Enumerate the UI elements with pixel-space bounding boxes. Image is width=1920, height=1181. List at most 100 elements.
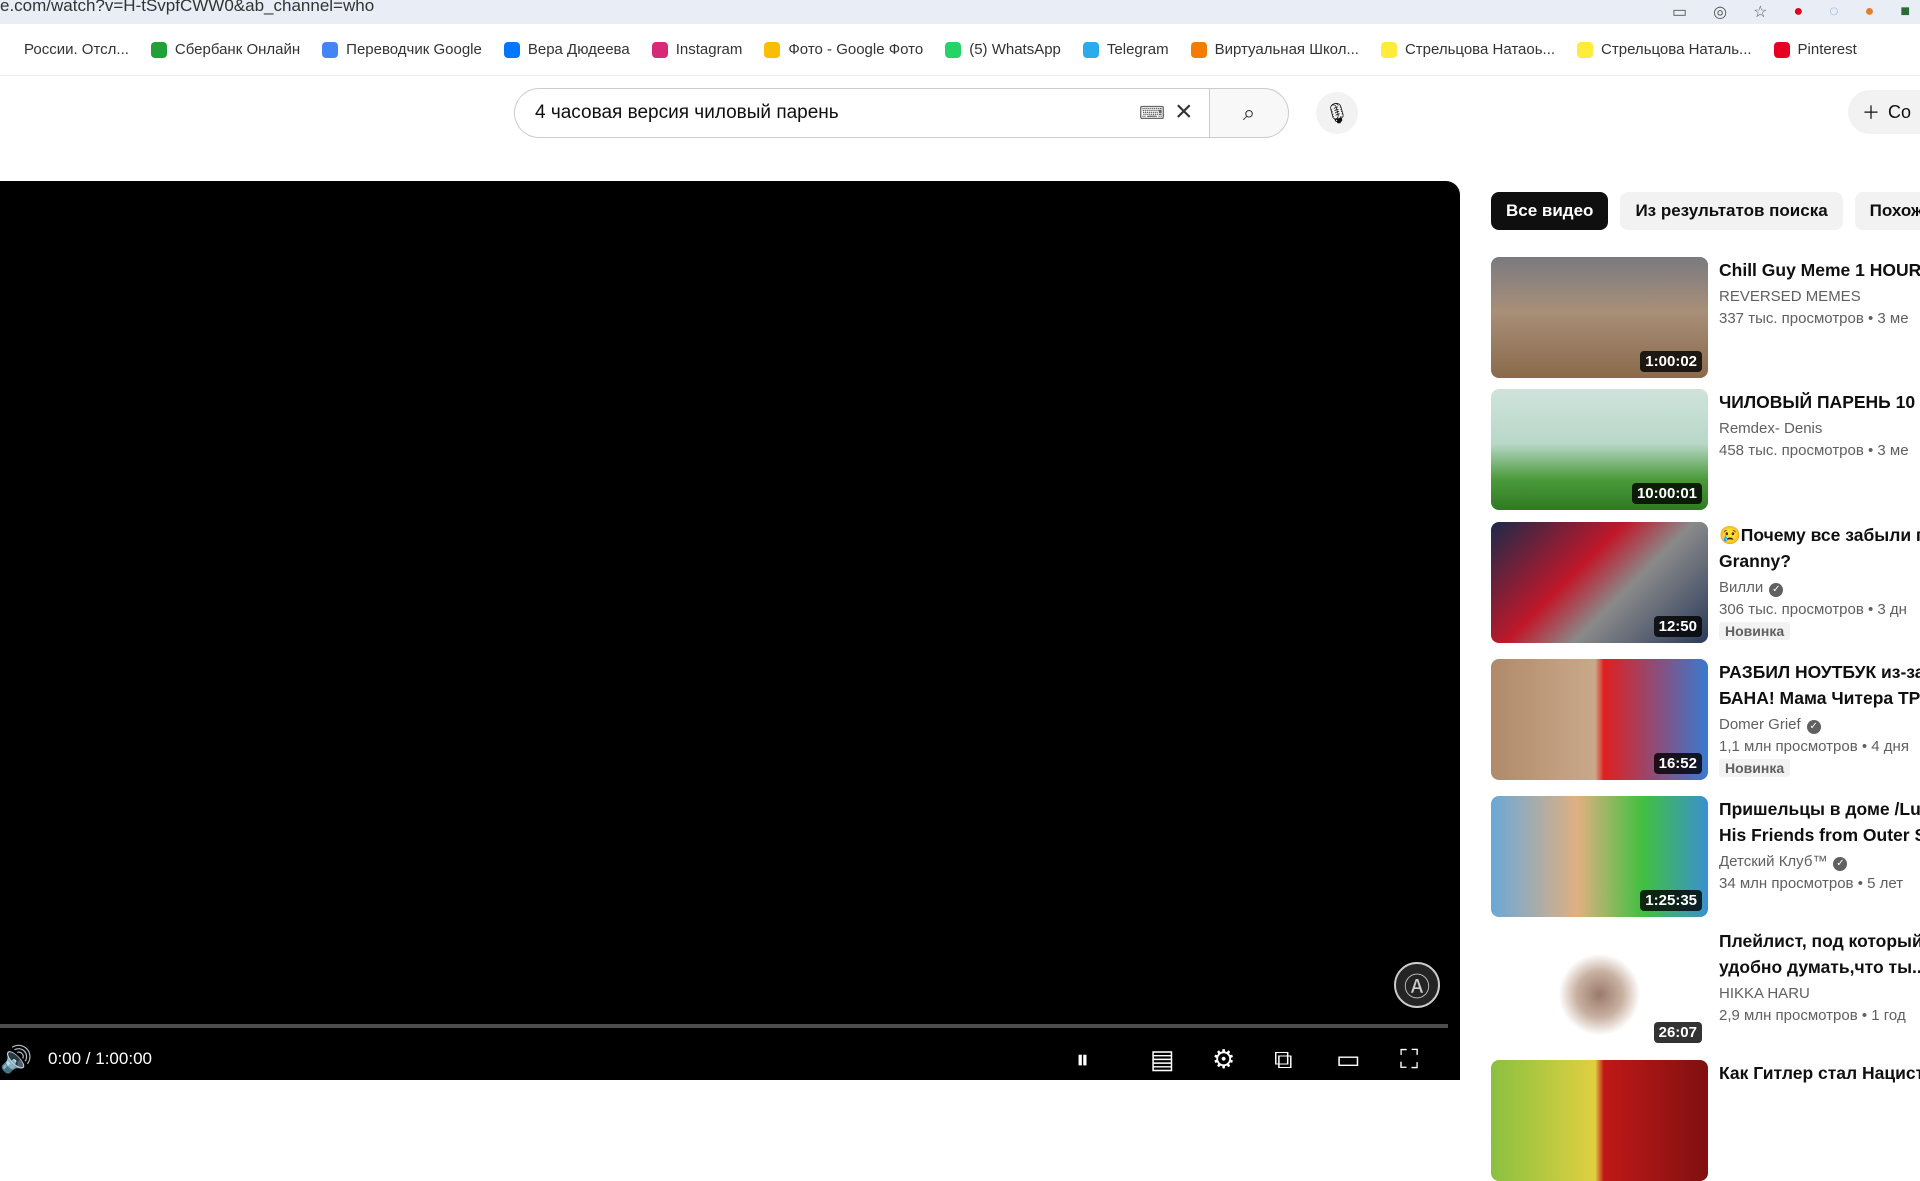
bookmark-favicon-icon xyxy=(0,41,16,58)
miniplayer-icon[interactable]: ⧉ xyxy=(1274,1044,1293,1076)
video-thumbnail[interactable]: 1:25:35 xyxy=(1491,796,1708,917)
bookmark-favicon-icon xyxy=(1773,41,1790,58)
url-text[interactable]: e.com/watch?v=H-tSvpfCWW0&ab_channel=who xyxy=(0,0,374,16)
bookmarks-bar: России. Отсл... Сбербанк Онлайн Переводчик… xyxy=(0,24,1920,76)
search-box: ⌨ × xyxy=(514,88,1210,138)
channel-name[interactable]: Вилли xyxy=(1719,579,1763,596)
bookmark-item[interactable]: Instagram xyxy=(651,41,742,58)
filter-chip[interactable]: Похож xyxy=(1854,192,1920,230)
duration-badge: 16:52 xyxy=(1653,753,1702,774)
video-title[interactable]: Пришельцы в доме /Lu xyxy=(1719,796,1920,822)
verified-icon: ✓ xyxy=(1769,583,1784,597)
bookmark-label: Стрельцова Наталь... xyxy=(1601,41,1752,58)
bookmark-item[interactable]: Telegram xyxy=(1082,41,1169,58)
bookmark-label: Переводчик Google xyxy=(346,41,482,58)
channel-name[interactable]: Детский Клуб™ xyxy=(1719,853,1827,870)
autoplay-toggle[interactable]: ⏸ xyxy=(1076,1044,1089,1076)
bookmark-item[interactable]: Вера Дюдеева xyxy=(503,41,630,58)
video-title[interactable]: Плейлист, под который xyxy=(1719,928,1920,954)
extension-icon-2[interactable]: ● xyxy=(1865,3,1875,21)
video-thumbnail[interactable]: 26:07 xyxy=(1491,928,1708,1049)
filter-chips: Все видео Из результатов поиска Похож xyxy=(1491,192,1920,230)
address-bar[interactable]: e.com/watch?v=H-tSvpfCWW0&ab_channel=who… xyxy=(0,0,1920,24)
create-button[interactable]: ＋ Со xyxy=(1848,90,1920,134)
bookmark-favicon-icon xyxy=(322,41,339,58)
search-button[interactable]: ⌕ xyxy=(1209,88,1289,138)
filter-chip[interactable]: Из результатов поиска xyxy=(1620,192,1843,230)
toolbar-icons: ▭ ◎ ☆ ● ◌ ● ■ xyxy=(1672,0,1920,24)
video-thumbnail[interactable]: 10:00:01 xyxy=(1491,389,1708,510)
video-title[interactable]: 😢Почему все забыли п xyxy=(1719,522,1920,548)
profile-icon[interactable]: ■ xyxy=(1900,3,1910,21)
subtitles-icon[interactable]: ▤ xyxy=(1150,1044,1175,1075)
volume-icon[interactable]: 🔊 xyxy=(0,1044,32,1075)
bookmark-favicon-icon xyxy=(150,41,167,58)
clear-icon[interactable]: × xyxy=(1175,95,1193,129)
bookmark-item[interactable]: Стрельцова Натаоь... xyxy=(1380,41,1555,58)
bookmark-item[interactable]: Pinterest xyxy=(1773,41,1857,58)
extension-icon[interactable]: ◌ xyxy=(1829,3,1839,21)
progress-bar[interactable] xyxy=(0,1024,1448,1028)
video-meta: 337 тыс. просмотров • 3 ме xyxy=(1719,310,1909,327)
plus-icon: ＋ xyxy=(1862,103,1880,123)
video-title[interactable]: ЧИЛОВЫЙ ПАРЕНЬ 10 Ч xyxy=(1719,389,1920,415)
video-player[interactable] xyxy=(0,181,1460,1080)
video-title[interactable]: РАЗБИЛ НОУТБУК из-за xyxy=(1719,659,1920,685)
bookmark-item[interactable]: Сбербанк Онлайн xyxy=(150,41,300,58)
new-badge: Новинка xyxy=(1719,759,1791,777)
video-title[interactable]: Chill Guy Meme 1 HOUR xyxy=(1719,257,1920,283)
bookmark-item[interactable]: Переводчик Google xyxy=(322,41,482,58)
bookmark-item[interactable]: Фото - Google Фото xyxy=(764,41,923,58)
search-input[interactable] xyxy=(535,99,1095,127)
bookmark-label: Вера Дюдеева xyxy=(527,41,630,58)
video-thumbnail[interactable]: 16:52 xyxy=(1491,659,1708,780)
duration-badge: 1:25:35 xyxy=(1640,890,1702,911)
bookmark-item[interactable]: России. Отсл... xyxy=(0,41,129,58)
video-thumbnail[interactable]: 1:00:02 xyxy=(1491,257,1708,378)
bookmark-favicon-icon xyxy=(945,41,962,58)
channel-name[interactable]: Domer Grief xyxy=(1719,716,1801,733)
video-meta: 2,9 млн просмотров • 1 год xyxy=(1719,1007,1906,1024)
video-title-line2[interactable]: БАНА! Мама Читера ТР xyxy=(1719,685,1920,711)
opera-icon[interactable]: ● xyxy=(1793,3,1803,21)
channel-name[interactable]: HIKKA HARU xyxy=(1719,985,1810,1002)
video-title-line2[interactable]: His Friends from Outer S xyxy=(1719,822,1920,848)
bookmark-label: (5) WhatsApp xyxy=(969,41,1061,58)
bookmark-item[interactable]: (5) WhatsApp xyxy=(945,41,1061,58)
mic-icon: 🎙 xyxy=(1324,102,1350,125)
video-title-line2[interactable]: Granny? xyxy=(1719,548,1920,574)
video-title[interactable]: Как Гитлер стал Нацист xyxy=(1719,1060,1920,1086)
star-icon[interactable]: ☆ xyxy=(1753,2,1767,22)
video-meta: 306 тыс. просмотров • 3 дн xyxy=(1719,601,1907,618)
bookmark-favicon-icon xyxy=(1190,41,1207,58)
duration-badge: 26:07 xyxy=(1653,1022,1702,1043)
verified-icon: ✓ xyxy=(1806,720,1821,734)
new-badge: Новинка xyxy=(1719,622,1791,640)
fullscreen-icon[interactable]: ⛶ xyxy=(1400,1044,1418,1076)
settings-icon[interactable]: ⚙ xyxy=(1212,1044,1235,1075)
cast-icon[interactable]: ▭ xyxy=(1672,2,1687,22)
video-title-line2[interactable]: удобно думать,что ты... xyxy=(1719,954,1920,980)
duration-badge: 12:50 xyxy=(1653,616,1702,637)
voice-search-button[interactable]: 🎙 xyxy=(1316,92,1358,134)
video-meta: 1,1 млн просмотров • 4 дня xyxy=(1719,738,1909,755)
bookmark-item[interactable]: Стрельцова Наталь... xyxy=(1577,41,1752,58)
channel-name[interactable]: REVERSED MEMES xyxy=(1719,288,1861,305)
bookmark-label: Telegram xyxy=(1106,41,1169,58)
bookmark-favicon-icon xyxy=(651,41,668,58)
bookmark-favicon-icon xyxy=(1380,41,1397,58)
eye-off-icon[interactable]: ◎ xyxy=(1713,2,1727,22)
video-thumbnail[interactable]: 12:50 xyxy=(1491,522,1708,643)
channel-name[interactable]: Remdex- Denis xyxy=(1719,420,1822,437)
video-thumbnail[interactable] xyxy=(1491,1060,1708,1181)
create-label: Со xyxy=(1888,101,1912,122)
channel-watermark[interactable]: Ⓐ xyxy=(1394,962,1440,1008)
bookmark-item[interactable]: Виртуальная Школ... xyxy=(1190,41,1359,58)
filter-chip[interactable]: Все видео xyxy=(1491,192,1609,230)
bookmark-label: Фото - Google Фото xyxy=(788,41,924,58)
bookmark-favicon-icon xyxy=(764,41,781,58)
duration-badge: 1:00:02 xyxy=(1640,351,1702,372)
duration-badge: 10:00:01 xyxy=(1631,483,1702,504)
theater-mode-icon[interactable]: ▭ xyxy=(1336,1044,1361,1075)
keyboard-icon[interactable]: ⌨ xyxy=(1139,103,1165,124)
